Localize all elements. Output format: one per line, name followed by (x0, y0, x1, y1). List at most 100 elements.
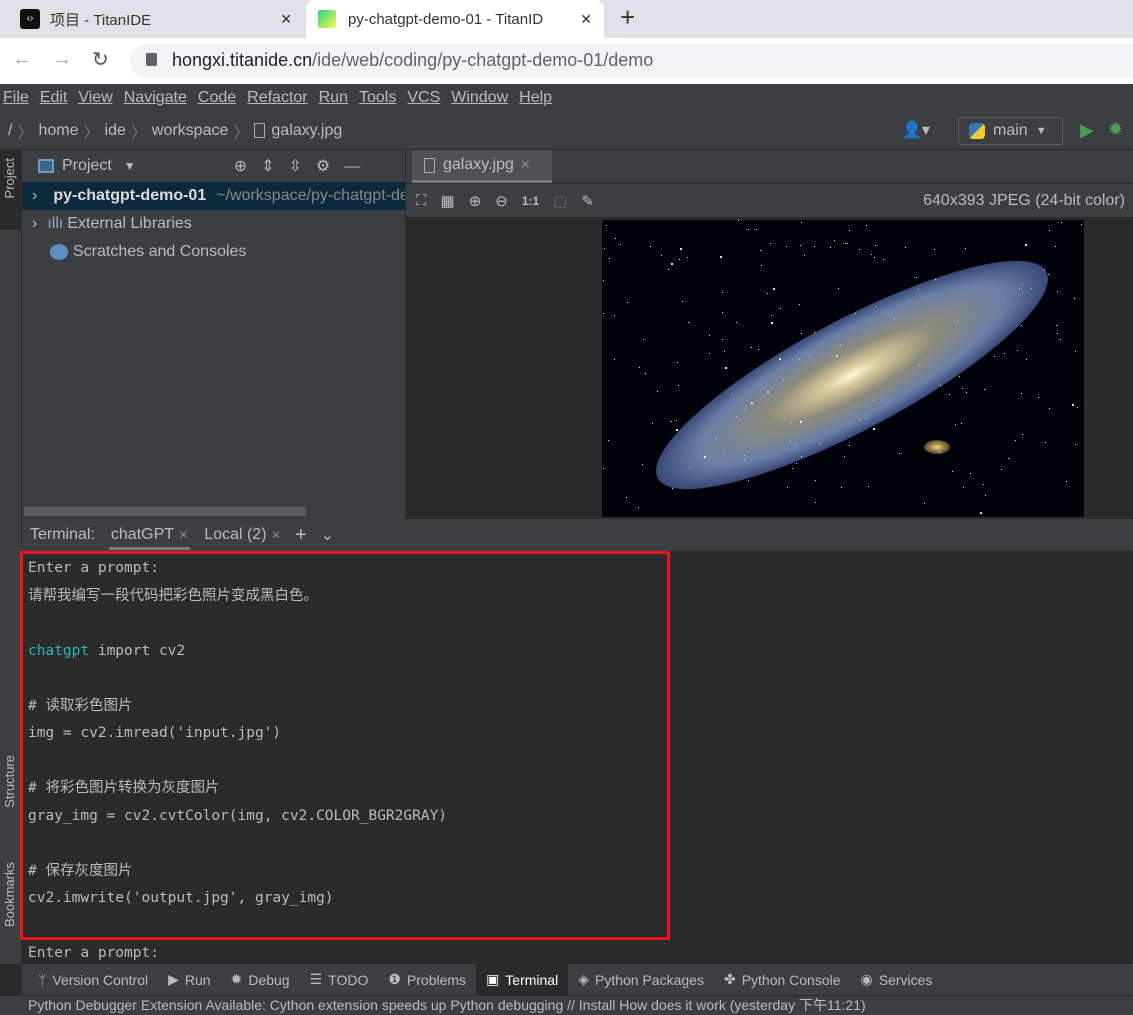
tree-item-external-libraries[interactable]: › ıllı External Libraries (22, 210, 405, 238)
menu-refactor[interactable]: Refactor (247, 89, 307, 107)
menu-vcs[interactable]: VCS (407, 89, 440, 107)
crumb-workspace[interactable]: workspace (152, 122, 228, 140)
star (809, 355, 811, 357)
star (604, 248, 606, 250)
tool-debug[interactable]: ✹ Debug (221, 964, 300, 995)
menu-tools[interactable]: Tools (359, 89, 396, 107)
crumb-home[interactable]: home (38, 122, 78, 140)
star (779, 357, 782, 360)
grid-icon[interactable]: ▦ (441, 192, 455, 210)
tool-version-control[interactable]: ᛘ Version Control (28, 964, 158, 995)
star (1014, 440, 1016, 442)
star (743, 458, 745, 460)
star (675, 419, 677, 421)
star (994, 355, 996, 357)
breadcrumb: / 〉 home 〉 ide 〉 workspace 〉 galaxy.jpg 👤▾ m… (0, 112, 1133, 150)
star (938, 445, 940, 447)
crumb-root[interactable]: / (8, 122, 12, 140)
terminal-tab-local[interactable]: Local (2) ✕ (204, 526, 281, 544)
locate-icon[interactable]: ⊕ (234, 158, 261, 175)
collapse-all-icon[interactable]: ⇳ (289, 158, 316, 175)
star (676, 428, 679, 431)
star (1074, 444, 1076, 446)
panel-title[interactable]: Project (62, 157, 112, 175)
user-icon[interactable]: 👤▾ (902, 120, 930, 140)
menu-window[interactable]: Window (451, 89, 508, 107)
bookmarks-tool-tab[interactable]: Bookmarks (2, 862, 17, 927)
star (602, 313, 604, 315)
tree-item-scratches[interactable]: Scratches and Consoles (22, 238, 405, 266)
menu-run[interactable]: Run (319, 89, 348, 107)
run-icon[interactable]: ▶ (1080, 120, 1094, 141)
background-icon[interactable]: ▢ (553, 192, 567, 210)
hide-icon[interactable]: — (344, 158, 374, 175)
fit-icon[interactable]: ⛶ (416, 192, 427, 209)
zoom-out-icon[interactable]: ⊖ (495, 192, 508, 210)
star (801, 222, 803, 224)
editor-tab-galaxy[interactable]: galaxy.jpg ✕ (412, 150, 552, 183)
star (962, 487, 964, 489)
url-input[interactable]: hongxi.titanide.cn/ide/web/coding/py-cha… (130, 44, 1133, 78)
actual-size-button[interactable]: 1:1 (522, 194, 539, 208)
gear-icon[interactable]: ⚙ (316, 158, 344, 175)
star (841, 487, 843, 489)
debug-icon[interactable]: ✹ (1108, 119, 1123, 140)
star (852, 387, 854, 389)
back-icon[interactable]: ← (12, 48, 32, 71)
tool-services[interactable]: ◉ Services (851, 964, 943, 995)
tree-item-project-root[interactable]: › py-chatgpt-demo-01 ~/workspace/py-chat… (22, 182, 405, 210)
zoom-in-icon[interactable]: ⊕ (469, 192, 482, 210)
tool-problems[interactable]: ❶ Problems (378, 964, 476, 995)
chevron-down-icon[interactable]: ⌄ (321, 525, 334, 545)
star (613, 358, 615, 360)
star (613, 315, 615, 317)
crumb-file[interactable]: galaxy.jpg (271, 122, 342, 140)
star (724, 351, 726, 353)
expand-all-icon[interactable]: ⇕ (261, 158, 288, 175)
tool-terminal[interactable]: ▣ Terminal (476, 964, 569, 995)
tool-label: Problems (406, 971, 467, 988)
star (962, 388, 964, 390)
horizontal-scrollbar[interactable] (24, 507, 306, 516)
menu-file[interactable]: File (3, 89, 29, 107)
crumb-ide[interactable]: ide (105, 122, 126, 140)
tool-python-packages[interactable]: ◈ Python Packages (568, 964, 714, 995)
close-tab-icon[interactable]: ✕ (580, 11, 592, 28)
tool-python-console[interactable]: ✤ Python Console (714, 964, 851, 995)
menu-help[interactable]: Help (519, 89, 552, 107)
star (638, 367, 640, 369)
star (1048, 407, 1050, 409)
star (934, 248, 936, 250)
new-terminal-icon[interactable]: + (295, 524, 307, 547)
star (790, 422, 792, 424)
menu-view[interactable]: View (78, 89, 112, 107)
star (1021, 283, 1023, 285)
menu-code[interactable]: Code (198, 89, 236, 107)
star (751, 346, 753, 348)
status-bar[interactable]: Python Debugger Extension Available: Cyt… (0, 995, 1133, 1015)
browser-tab[interactable]: ‹› 项目 - TitanIDE ✕ (8, 0, 304, 38)
reload-icon[interactable]: ↻ (92, 47, 109, 72)
tool-todo[interactable]: ☰ TODO (300, 964, 379, 995)
structure-tool-tab[interactable]: Structure (2, 755, 17, 808)
close-tab-icon[interactable]: ✕ (280, 11, 292, 28)
tool-run[interactable]: ▶ Run (158, 964, 220, 995)
color-picker-icon[interactable]: ✎ (581, 192, 594, 210)
star (815, 480, 817, 482)
browser-tab-active[interactable]: py-chatgpt-demo-01 - TitanID ✕ (306, 0, 604, 38)
terminal-tab-chatgpt[interactable]: chatGPT ✕ (108, 521, 191, 550)
tool-label: Services (878, 971, 933, 988)
star (873, 400, 875, 402)
menu-edit[interactable]: Edit (40, 89, 68, 107)
new-tab-button[interactable]: + (620, 2, 635, 33)
star (649, 246, 651, 248)
star (725, 366, 728, 369)
run-config-select[interactable]: main ▼ (958, 117, 1063, 145)
star (813, 331, 815, 333)
browser-tab-bar: ‹› 项目 - TitanIDE ✕ py-chatgpt-demo-01 - … (0, 0, 1133, 38)
close-icon[interactable]: ✕ (520, 157, 531, 173)
forward-icon[interactable]: → (52, 48, 72, 71)
star (744, 409, 746, 411)
project-tool-tab[interactable]: Project (2, 158, 17, 198)
menu-navigate[interactable]: Navigate (124, 89, 187, 107)
